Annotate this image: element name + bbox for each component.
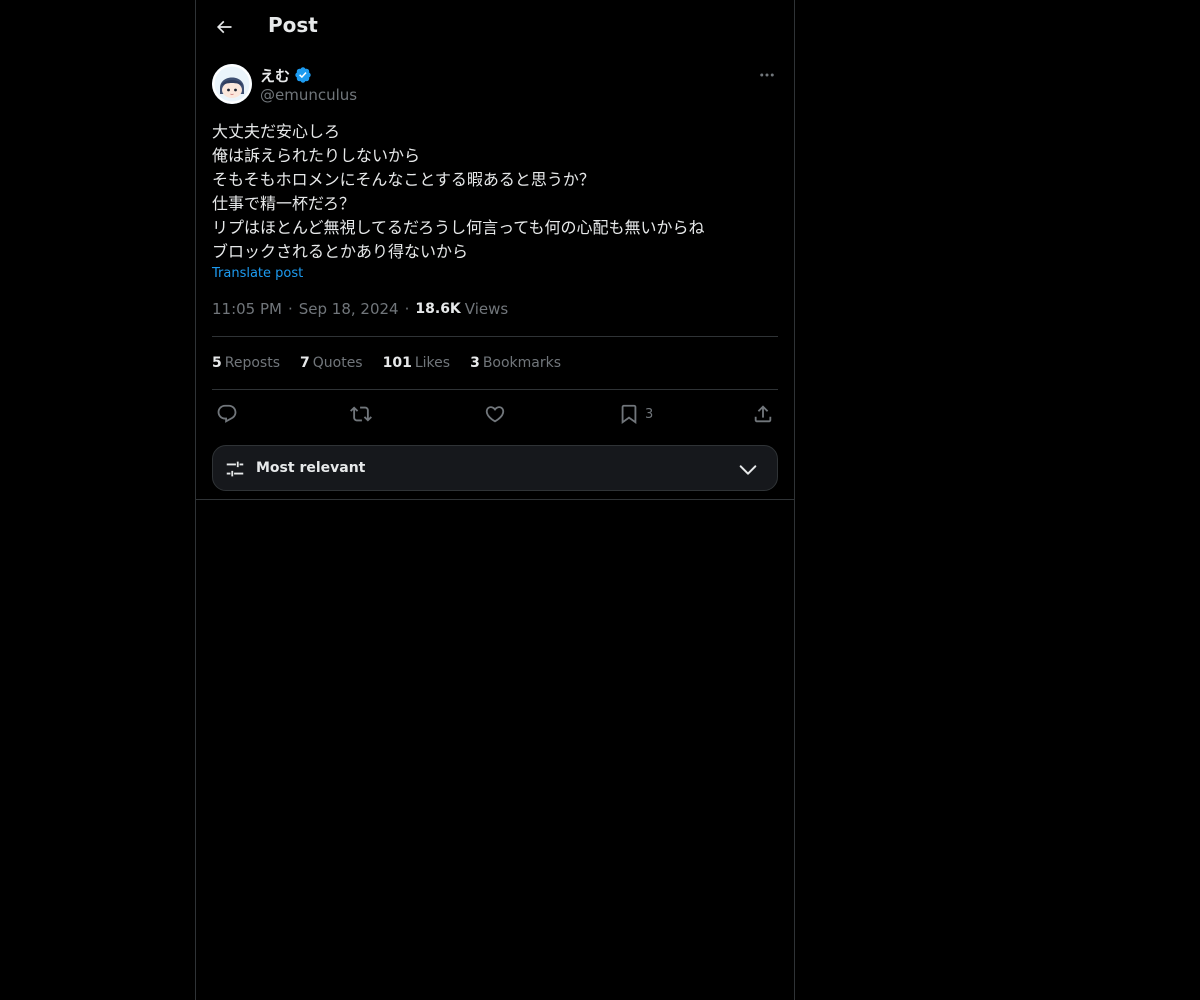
reply-button[interactable] (216, 402, 238, 426)
views-count: 18.6K (415, 301, 461, 317)
post-text-line: 仕事で精一杯だろ？ (212, 194, 356, 213)
verified-badge-icon (295, 67, 311, 83)
avatar-image (212, 64, 252, 104)
repost-icon (350, 406, 372, 422)
repost-button[interactable] (350, 402, 372, 426)
divider (196, 499, 794, 500)
meta-separator: · (404, 300, 410, 318)
page-title: Post (268, 13, 318, 37)
reposts-count: 5 (212, 355, 222, 371)
post-time[interactable]: 11:05 PM (212, 300, 282, 318)
post-meta: 11:05 PM · Sep 18, 2024 · 18.6K Views (212, 300, 508, 318)
post-text: 大丈夫だ安心しろ 俺は訴えられたりしないから そもそもホロメンにそんなことする暇… (212, 120, 778, 264)
meta-separator: · (287, 300, 293, 318)
quotes-label: Quotes (312, 355, 363, 371)
more-horizontal-icon (760, 73, 774, 77)
bookmark-icon (621, 404, 637, 425)
quotes-stat[interactable]: 7 Quotes (300, 355, 363, 371)
likes-stat[interactable]: 101 Likes (383, 355, 450, 371)
author-display-name[interactable]: えむ (260, 65, 290, 86)
page-header: Post (196, 0, 794, 54)
post-text-line: ブロックされるとかあり得ないから (212, 242, 469, 261)
reposts-label: Reposts (224, 355, 280, 371)
share-button[interactable] (752, 402, 774, 426)
sort-label: Most relevant (256, 460, 366, 476)
bookmarks-count: 3 (470, 355, 480, 371)
quotes-count: 7 (300, 355, 310, 371)
more-options-button[interactable] (756, 65, 778, 85)
reposts-stat[interactable]: 5 Reposts (212, 355, 280, 371)
post-date[interactable]: Sep 18, 2024 (299, 300, 399, 318)
post-text-line: 俺は訴えられたりしないから (212, 146, 421, 165)
sliders-icon (226, 461, 244, 477)
chevron-down-icon (739, 465, 757, 475)
translate-post-link[interactable]: Translate post (212, 266, 303, 281)
divider (212, 336, 778, 337)
like-button[interactable] (484, 402, 506, 426)
heart-icon (485, 406, 505, 423)
avatar[interactable] (212, 64, 252, 104)
post-text-line: 大丈夫だ安心しろ (212, 122, 341, 141)
bookmarks-label: Bookmarks (482, 355, 562, 371)
views-label: Views (464, 300, 509, 318)
author-name-row: えむ (260, 64, 312, 86)
likes-count: 101 (382, 355, 412, 371)
author-handle[interactable]: @emunculus (260, 86, 357, 104)
reply-icon (217, 404, 237, 423)
divider (212, 389, 778, 390)
bookmark-count: 3 (645, 406, 654, 422)
arrow-left-icon (216, 20, 232, 34)
share-icon (754, 405, 772, 423)
post-text-line: そもそもホロメンにそんなことする暇あると思うか？ (212, 170, 595, 189)
post-actions: 3 (212, 402, 778, 426)
bookmarks-stat[interactable]: 3 Bookmarks (470, 355, 561, 371)
reply-sort-dropdown[interactable]: Most relevant (212, 445, 778, 491)
bookmark-button[interactable]: 3 (618, 402, 653, 426)
likes-label: Likes (414, 355, 451, 371)
main-column: Post えむ @emunculus 大丈夫だ安心しろ 俺は訴えられたりしないか… (195, 0, 795, 1000)
back-button[interactable] (206, 9, 242, 45)
engagement-stats: 5 Reposts 7 Quotes 101 Likes 3 Bookmarks (212, 352, 581, 374)
post-text-line: リプはほとんど無視してるだろうし何言っても何の心配も無いからね (212, 218, 705, 237)
